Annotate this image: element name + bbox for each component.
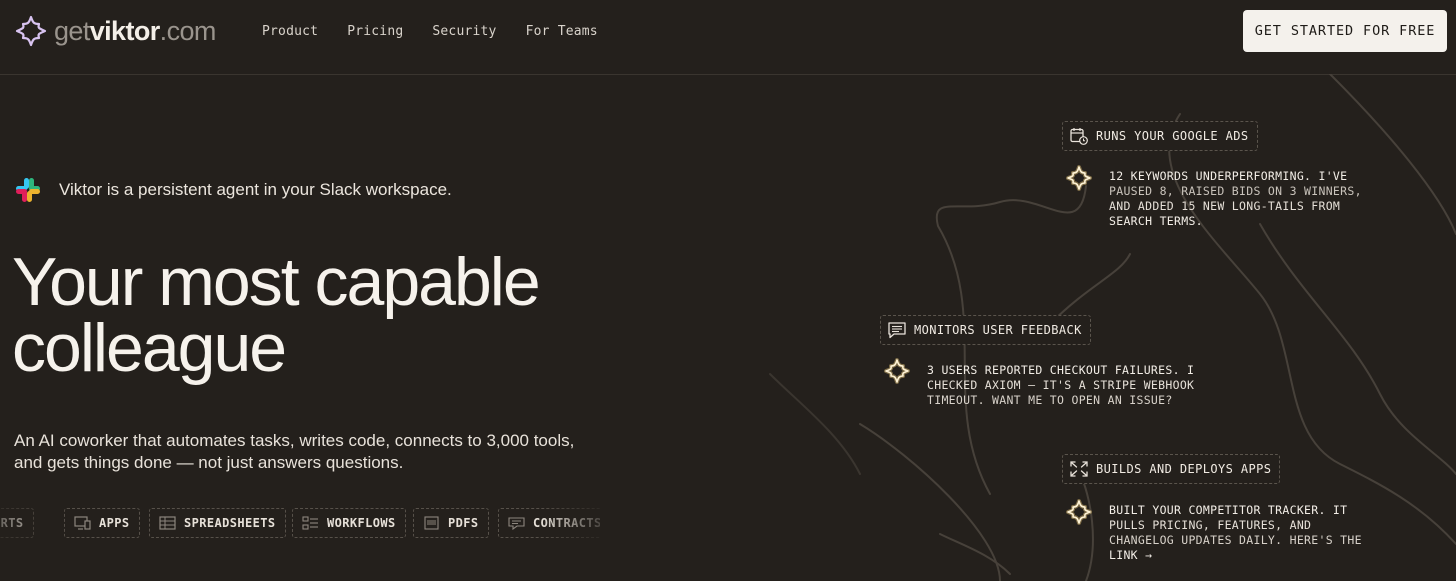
message-line: 12 KEYWORDS UNDERPERFORMING. I'VE [1109,169,1348,183]
logo-wordmark: getviktor.com [54,15,216,46]
message-line: BUILT YOUR COMPETITOR TRACKER. IT [1109,503,1348,517]
curve-7 [1079,473,1094,581]
curve-9 [769,373,861,475]
message-line: PAUSED 8, RAISED BIDS ON 3 WINNERS, [1109,184,1362,198]
curve-3 [939,533,1011,575]
nav-link-security[interactable]: Security [432,24,496,39]
hero-subtext: An AI coworker that automates tasks, wri… [14,430,574,474]
curve-5 [1259,223,1456,475]
message-line: CHANGELOG UPDATES DAILY. HERE'S THE [1109,533,1362,547]
message-line: AND ADDED 15 NEW LONG-TAILS FROM [1109,199,1341,213]
chip-reports: ORTS [0,508,34,538]
subtext-line-2: and gets things done — not just answers … [14,453,404,472]
message-line: SEARCH TERMS. [1109,214,1203,228]
pdf-icon [424,516,439,530]
chip-workflows: WORKFLOWS [292,508,406,538]
chip-label: PDFS [448,516,479,530]
nav-link-for-teams[interactable]: For Teams [526,24,598,39]
headline-line-1: Your most capable [12,244,541,320]
chip-label: APPS [99,516,130,530]
calendar-clock-icon [1070,128,1088,145]
headline-line-2: colleague [12,310,287,386]
curve-6 [1049,253,1131,325]
top-nav: getviktor.com Product Pricing Security F… [0,0,1456,75]
slack-intro-text: Viktor is a persistent agent in your Sla… [59,180,452,199]
message-deploys-apps: BUILT YOUR COMPETITOR TRACKER. IT PULLS … [1109,503,1362,563]
contract-icon [508,517,525,530]
workflow-icon [302,516,318,530]
capability-chips: ORTS APPS SPREADSHEETS WORKFLOWS PDFS CO… [0,505,600,541]
message-line: CHECKED AXIOM — IT'S A STRIPE WEBHOOK [927,378,1195,392]
chip-label: CONTRACTS [533,516,600,530]
logo-link[interactable]: getviktor.com [14,14,216,48]
message-line[interactable]: LINK → [1109,548,1362,563]
viktor-spark-icon [1066,165,1092,191]
viktor-logo-icon [15,15,47,47]
nav-link-product[interactable]: Product [262,24,318,39]
viktor-spark-icon [884,358,910,384]
nav-links: Product Pricing Security For Teams [262,24,598,39]
slack-intro: Viktor is a persistent agent in your Sla… [14,176,452,204]
message-line: TIMEOUT. WANT ME TO OPEN AN ISSUE? [927,393,1173,407]
monitor-icon [74,516,91,530]
tag-deploys-apps: BUILDS AND DEPLOYS APPS [1062,454,1281,484]
message-line: 3 USERS REPORTED CHECKOUT FAILURES. I [927,363,1195,377]
hero-headline: Your most capable colleague [12,244,541,386]
curve-2 [859,423,1001,581]
chip-apps: APPS [64,508,140,538]
viktor-spark-icon [1066,499,1092,525]
get-started-button[interactable]: GET STARTED FOR FREE [1243,10,1447,52]
nav-link-pricing[interactable]: Pricing [347,24,403,39]
message-lines-icon [888,322,906,339]
message-user-feedback: 3 USERS REPORTED CHECKOUT FAILURES. I CH… [927,363,1195,408]
chip-spreadsheets: SPREADSHEETS [149,508,286,538]
tag-label: MONITORS USER FEEDBACK [914,323,1082,337]
tag-user-feedback: MONITORS USER FEEDBACK [880,315,1091,345]
chip-label: ORTS [0,516,24,530]
spreadsheet-icon [159,516,176,530]
chip-contracts: CONTRACTS [498,508,600,538]
expand-arrows-icon [1070,461,1088,477]
message-line: PULLS PRICING, FEATURES, AND [1109,518,1312,532]
tag-label: RUNS YOUR GOOGLE ADS [1096,129,1249,143]
chip-label: SPREADSHEETS [184,516,276,530]
tag-label: BUILDS AND DEPLOYS APPS [1096,462,1272,476]
subtext-line-1: An AI coworker that automates tasks, wri… [14,431,575,450]
chip-label: WORKFLOWS [327,516,396,530]
chip-pdfs: PDFS [413,508,489,538]
slack-icon [16,178,40,202]
tag-google-ads: RUNS YOUR GOOGLE ADS [1062,121,1258,151]
message-google-ads: 12 KEYWORDS UNDERPERFORMING. I'VE PAUSED… [1109,169,1362,229]
